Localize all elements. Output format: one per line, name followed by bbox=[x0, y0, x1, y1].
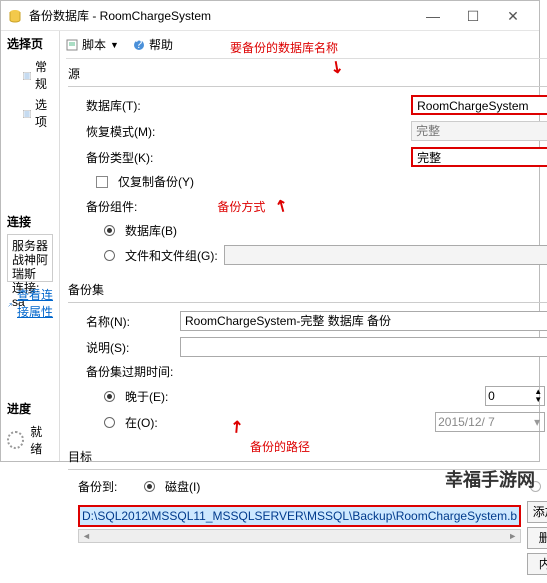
server-label: 服务器 bbox=[12, 239, 48, 253]
destination-path-value: D:\SQL2012\MSSQL11_MSSQLSERVER\MSSQL\Bac… bbox=[82, 509, 517, 523]
database-label: 数据库(T): bbox=[86, 97, 174, 114]
page-options-label: 选项 bbox=[35, 96, 51, 130]
backup-to-label: 备份到: bbox=[78, 478, 138, 495]
progress-spinner-icon bbox=[7, 431, 24, 449]
help-icon: ? bbox=[133, 39, 145, 51]
svg-text:?: ? bbox=[136, 39, 143, 51]
add-button[interactable]: 添加(D)… bbox=[527, 501, 547, 523]
comp-database-label: 数据库(B) bbox=[125, 222, 177, 239]
backup-type-label: 备份类型(K): bbox=[86, 149, 174, 166]
name-label: 名称(N): bbox=[86, 313, 174, 330]
database-value: RoomChargeSystem bbox=[417, 99, 528, 113]
window-title: 备份数据库 - RoomChargeSystem bbox=[29, 7, 211, 24]
disk-radio[interactable] bbox=[144, 481, 155, 492]
after-radio[interactable] bbox=[104, 391, 115, 402]
name-input[interactable]: RoomChargeSystem-完整 数据库 备份 bbox=[180, 311, 547, 331]
after-value: 0 bbox=[488, 389, 495, 403]
connection-header: 连接 bbox=[7, 207, 53, 230]
after-spinbox[interactable]: 0▲▼ bbox=[485, 386, 545, 406]
page-general[interactable]: 常规 bbox=[7, 56, 53, 94]
backupset-group: 备份集 名称(N): RoomChargeSystem-完整 数据库 备份 说明… bbox=[66, 281, 547, 442]
desc-input[interactable] bbox=[180, 337, 547, 357]
view-connection-link[interactable]: 查看连接属性 bbox=[7, 286, 53, 320]
progress-ready: 就绪 bbox=[30, 423, 53, 457]
component-label: 备份组件: bbox=[86, 198, 137, 215]
anno-path: 备份的路径 bbox=[250, 438, 310, 455]
source-header: 源 bbox=[68, 65, 547, 82]
desc-label: 说明(S): bbox=[86, 339, 174, 356]
watermark: 幸福手游网 bbox=[445, 466, 535, 492]
right-pane: 脚本 ▼ ? 帮助 要备份的数据库名称 ↘ 源 数据库(T): RoomChar… bbox=[60, 31, 547, 461]
progress-status: 就绪 bbox=[7, 423, 53, 457]
contents-button[interactable]: 内容(C) bbox=[527, 553, 547, 575]
copyonly-label: 仅复制备份(Y) bbox=[118, 173, 194, 190]
backup-type-select[interactable]: 完整 bbox=[411, 147, 547, 167]
help-button[interactable]: ? 帮助 bbox=[133, 36, 173, 53]
db-icon bbox=[7, 8, 23, 24]
backupset-header: 备份集 bbox=[68, 281, 547, 298]
dialog-content: 选择页 常规 选项 连接 服务器 战神阿瑞斯 连接: sa 查看连接属性 进度 bbox=[1, 31, 539, 461]
after-label: 晚于(E): bbox=[125, 388, 185, 405]
recovery-value: 完整 bbox=[411, 121, 547, 141]
recovery-label: 恢复模式(M): bbox=[86, 123, 174, 140]
connection-box: 服务器 战神阿瑞斯 连接: sa bbox=[7, 234, 53, 282]
script-button[interactable]: 脚本 ▼ bbox=[66, 36, 119, 53]
remove-button[interactable]: 删除(R) bbox=[527, 527, 547, 549]
expire-label: 备份集过期时间: bbox=[86, 363, 173, 380]
minimize-button[interactable]: — bbox=[413, 2, 453, 30]
maximize-button[interactable]: ☐ bbox=[453, 2, 493, 30]
copyonly-checkbox[interactable] bbox=[96, 176, 108, 188]
on-radio[interactable] bbox=[104, 417, 115, 428]
help-label: 帮助 bbox=[149, 36, 173, 53]
title-bar: 备份数据库 - RoomChargeSystem — ☐ ✕ bbox=[1, 1, 539, 31]
script-label: 脚本 bbox=[82, 36, 106, 53]
page-icon bbox=[23, 69, 31, 81]
source-group: 源 数据库(T): RoomChargeSystem 恢复模式(M): 完整 备… bbox=[66, 65, 547, 275]
arrow-icon: ↗ bbox=[270, 195, 294, 217]
page-icon bbox=[23, 107, 31, 119]
script-icon bbox=[66, 39, 78, 51]
comp-file-label: 文件和文件组(G): bbox=[125, 247, 218, 264]
progress-header: 进度 bbox=[7, 394, 53, 417]
destination-path[interactable]: D:\SQL2012\MSSQL11_MSSQLSERVER\MSSQL\Bac… bbox=[78, 505, 521, 527]
dialog-window: 备份数据库 - RoomChargeSystem — ☐ ✕ 选择页 常规 选项… bbox=[0, 0, 540, 462]
anno-dbname: 要备份的数据库名称 bbox=[230, 39, 338, 56]
close-button[interactable]: ✕ bbox=[493, 2, 533, 30]
disk-label: 磁盘(I) bbox=[165, 478, 225, 495]
filegroup-input bbox=[224, 245, 547, 265]
comp-database-radio[interactable] bbox=[104, 225, 115, 236]
left-pane: 选择页 常规 选项 连接 服务器 战神阿瑞斯 连接: sa 查看连接属性 进度 bbox=[1, 31, 60, 461]
server-value: 战神阿瑞斯 bbox=[12, 253, 48, 281]
anno-method: 备份方式 bbox=[217, 198, 265, 215]
on-label: 在(O): bbox=[125, 414, 185, 431]
h-scrollbar[interactable] bbox=[78, 529, 521, 543]
connection-icon bbox=[7, 297, 13, 309]
select-page-header: 选择页 bbox=[7, 35, 53, 52]
on-date[interactable]: 2015/12/ 7 bbox=[435, 412, 545, 432]
view-connection-label: 查看连接属性 bbox=[17, 286, 53, 320]
backup-type-value: 完整 bbox=[417, 151, 441, 165]
on-date-value: 2015/12/ 7 bbox=[438, 415, 495, 429]
database-select[interactable]: RoomChargeSystem bbox=[411, 95, 547, 115]
comp-file-radio[interactable] bbox=[104, 250, 115, 261]
page-general-label: 常规 bbox=[35, 58, 51, 92]
page-options[interactable]: 选项 bbox=[7, 94, 53, 132]
name-value: RoomChargeSystem-完整 数据库 备份 bbox=[185, 314, 391, 328]
